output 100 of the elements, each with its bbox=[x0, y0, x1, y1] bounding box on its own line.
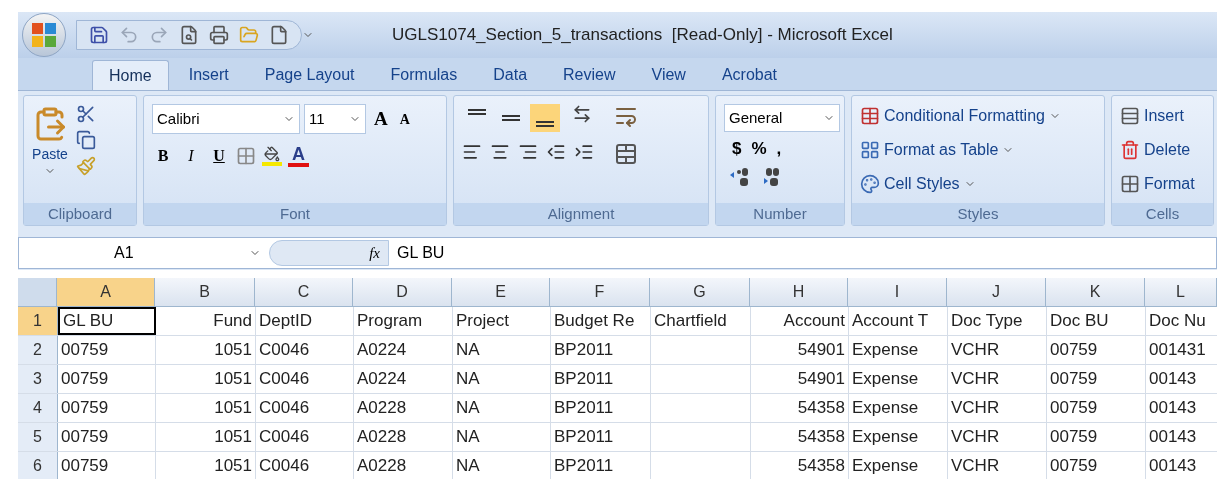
table-cell[interactable]: Expense bbox=[849, 365, 948, 393]
table-cell[interactable]: A0228 bbox=[354, 423, 453, 451]
column-header[interactable]: I bbox=[848, 278, 947, 306]
table-cell[interactable]: C0046 bbox=[256, 394, 354, 422]
table-cell[interactable]: C0046 bbox=[256, 365, 354, 393]
underline-button[interactable]: U bbox=[208, 144, 230, 168]
row-header[interactable]: 4 bbox=[18, 394, 58, 422]
table-cell[interactable]: 00759 bbox=[58, 423, 156, 451]
table-cell[interactable]: BP2011 bbox=[551, 365, 651, 393]
table-cell[interactable]: 00759 bbox=[58, 452, 156, 479]
table-cell[interactable]: 1051 bbox=[156, 336, 256, 364]
column-header[interactable]: E bbox=[452, 278, 550, 306]
column-header[interactable]: H bbox=[750, 278, 848, 306]
column-header[interactable]: B bbox=[155, 278, 255, 306]
ribbon-tab[interactable]: Review bbox=[547, 60, 632, 90]
column-header[interactable]: A bbox=[57, 278, 155, 306]
table-cell[interactable]: DeptID bbox=[256, 307, 354, 335]
align-left-icon[interactable] bbox=[462, 142, 482, 162]
table-cell[interactable]: NA bbox=[453, 452, 551, 479]
column-header[interactable]: K bbox=[1046, 278, 1145, 306]
table-cell[interactable]: A0228 bbox=[354, 394, 453, 422]
function-label[interactable]: fx bbox=[369, 241, 380, 265]
table-cell[interactable]: 00143 bbox=[1146, 423, 1217, 451]
styles-menu-button[interactable]: Cell Styles bbox=[860, 172, 1061, 196]
table-cell[interactable]: NA bbox=[453, 423, 551, 451]
table-cell[interactable]: 00759 bbox=[1047, 365, 1146, 393]
table-cell[interactable]: 00143 bbox=[1146, 394, 1217, 422]
table-cell[interactable]: 1051 bbox=[156, 394, 256, 422]
table-cell[interactable]: 00143 bbox=[1146, 365, 1217, 393]
print-preview-icon[interactable] bbox=[179, 25, 199, 45]
table-cell[interactable]: Budget Re bbox=[551, 307, 651, 335]
column-header[interactable]: F bbox=[550, 278, 650, 306]
table-cell[interactable]: BP2011 bbox=[551, 394, 651, 422]
table-cell[interactable]: 54358 bbox=[751, 452, 849, 479]
decrease-indent-icon[interactable] bbox=[546, 142, 566, 162]
table-cell[interactable]: 00759 bbox=[58, 394, 156, 422]
table-cell[interactable]: Project bbox=[453, 307, 551, 335]
table-cell[interactable]: Doc Nu bbox=[1146, 307, 1217, 335]
row-header[interactable]: 3 bbox=[18, 365, 58, 393]
cells-menu-button[interactable]: Format bbox=[1120, 172, 1195, 196]
table-cell[interactable]: Program bbox=[354, 307, 453, 335]
table-cell[interactable]: GL BU bbox=[58, 307, 156, 335]
table-cell[interactable]: Expense bbox=[849, 452, 948, 479]
table-cell[interactable]: A0224 bbox=[354, 365, 453, 393]
row-header[interactable]: 6 bbox=[18, 452, 58, 479]
shrink-font-button[interactable]: A bbox=[395, 108, 414, 130]
table-cell[interactable]: 54358 bbox=[751, 423, 849, 451]
table-cell[interactable]: 54901 bbox=[751, 336, 849, 364]
table-cell[interactable]: Fund bbox=[156, 307, 256, 335]
table-cell[interactable]: 001431 bbox=[1146, 336, 1217, 364]
font-color-button[interactable]: A bbox=[288, 145, 309, 167]
ribbon-tab[interactable]: View bbox=[635, 60, 702, 90]
table-cell[interactable]: NA bbox=[453, 365, 551, 393]
fill-color-icon[interactable] bbox=[262, 146, 282, 166]
table-cell[interactable]: VCHR bbox=[948, 336, 1047, 364]
currency-button[interactable]: $ bbox=[732, 136, 742, 162]
table-cell[interactable]: 1051 bbox=[156, 452, 256, 479]
table-cell[interactable]: NA bbox=[453, 394, 551, 422]
percent-button[interactable]: % bbox=[751, 136, 767, 162]
cells-menu-button[interactable]: Insert bbox=[1120, 104, 1195, 128]
orientation-icon[interactable] bbox=[572, 104, 592, 124]
ribbon-tab[interactable]: Page Layout bbox=[248, 60, 371, 90]
table-cell[interactable]: C0046 bbox=[256, 423, 354, 451]
table-cell[interactable]: BP2011 bbox=[551, 336, 651, 364]
borders-icon[interactable] bbox=[236, 146, 256, 166]
table-cell[interactable]: 00759 bbox=[1047, 452, 1146, 479]
ribbon-tab[interactable]: Acrobat bbox=[705, 60, 794, 90]
row-header[interactable]: 5 bbox=[18, 423, 58, 451]
table-cell[interactable]: C0046 bbox=[256, 336, 354, 364]
table-cell[interactable]: C0046 bbox=[256, 452, 354, 479]
increase-indent-icon[interactable] bbox=[574, 142, 594, 162]
row-header[interactable]: 2 bbox=[18, 336, 58, 364]
table-cell[interactable]: VCHR bbox=[948, 423, 1047, 451]
row-header[interactable]: 1 bbox=[18, 307, 58, 335]
paste-button[interactable]: Paste bbox=[32, 144, 68, 165]
ribbon-tab[interactable]: Home bbox=[92, 60, 169, 90]
table-cell[interactable]: 00759 bbox=[1047, 394, 1146, 422]
align-center-icon[interactable] bbox=[490, 142, 510, 162]
table-cell[interactable]: Expense bbox=[849, 336, 948, 364]
table-cell[interactable]: NA bbox=[453, 336, 551, 364]
font-name-field[interactable]: Calibri bbox=[152, 104, 300, 134]
scissors-icon[interactable] bbox=[76, 104, 96, 124]
copy-icon[interactable] bbox=[76, 130, 96, 150]
table-cell[interactable]: Chartfield bbox=[651, 307, 751, 335]
comma-button[interactable]: , bbox=[776, 136, 782, 162]
table-cell[interactable]: Doc BU bbox=[1047, 307, 1146, 335]
new-document-icon[interactable] bbox=[269, 25, 289, 45]
save-icon[interactable] bbox=[89, 25, 109, 45]
table-cell[interactable]: Account bbox=[751, 307, 849, 335]
table-cell[interactable]: Expense bbox=[849, 394, 948, 422]
table-cell[interactable]: 54358 bbox=[751, 394, 849, 422]
number-format-field[interactable]: General bbox=[724, 104, 840, 132]
table-cell[interactable]: 00759 bbox=[1047, 336, 1146, 364]
table-cell[interactable]: BP2011 bbox=[551, 423, 651, 451]
table-cell[interactable]: Account T bbox=[849, 307, 948, 335]
align-right-icon[interactable] bbox=[518, 142, 538, 162]
column-header[interactable]: D bbox=[353, 278, 452, 306]
ribbon-tab[interactable]: Data bbox=[477, 60, 544, 90]
printer-icon[interactable] bbox=[209, 25, 229, 45]
styles-menu-button[interactable]: Format as Table bbox=[860, 138, 1061, 162]
